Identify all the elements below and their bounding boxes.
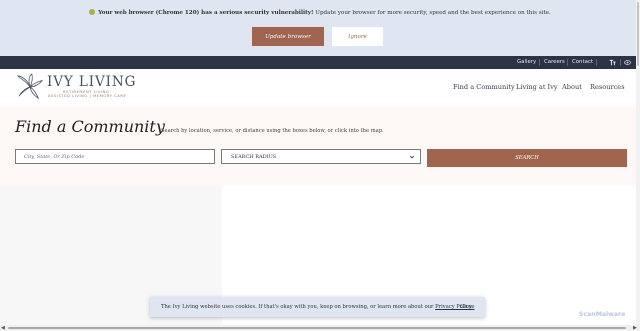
nav-find-a-community[interactable]: Find a Community — [453, 83, 515, 91]
utility-divider — [620, 59, 621, 66]
horizontal-scrollbar[interactable]: ◀ ▶ — [0, 325, 640, 331]
scroll-right-icon[interactable]: ▶ — [633, 325, 637, 331]
scroll-left-icon[interactable]: ◀ — [1, 325, 5, 331]
ivy-leaf-logo-icon[interactable] — [16, 73, 44, 101]
watermark-text: ScanMalware — [579, 311, 626, 318]
nav-living-at-ivy[interactable]: Living at Ivy — [516, 83, 558, 91]
cookie-message: The Ivy Living website uses cookies. If … — [161, 304, 473, 310]
browser-warning-bold: Your web browser (Chrome 120) has a seri… — [98, 10, 314, 16]
utility-divider — [596, 59, 597, 66]
logo-wordmark[interactable]: IVY LIVING — [47, 74, 136, 90]
utility-link-gallery[interactable]: Gallery — [517, 56, 536, 69]
cookie-notice: The Ivy Living website uses cookies. If … — [150, 297, 485, 317]
browser-warning-banner: Your web browser (Chrome 120) has a seri… — [0, 0, 640, 56]
utility-link-contact[interactable]: Contact — [572, 56, 593, 69]
location-search-input[interactable] — [15, 149, 215, 164]
browser-warning-message: Your web browser (Chrome 120) has a seri… — [0, 9, 640, 16]
warning-icon — [89, 9, 96, 15]
community-finder: Find a Community Search by location, ser… — [0, 106, 636, 185]
scanmalware-watermark: ScanMalware — [579, 311, 625, 318]
site-header: IVY LIVING RETIREMENT LIVING ASSISTED LI… — [0, 69, 636, 107]
logo-tagline-care: ASSISTED LIVING | MEMORY CARE — [48, 94, 127, 98]
utility-link-careers[interactable]: Careers — [544, 56, 565, 69]
cookie-close-button[interactable]: Close — [460, 304, 474, 310]
update-browser-button[interactable]: Update browser — [252, 27, 324, 46]
chevron-down-icon — [409, 155, 415, 159]
eye-icon[interactable] — [624, 59, 631, 66]
horizontal-scroll-thumb[interactable] — [8, 327, 626, 329]
text-size-icon[interactable] — [609, 59, 616, 66]
utility-divider — [567, 59, 568, 66]
search-radius-value: SEARCH RADIUS — [231, 153, 277, 160]
search-radius-select[interactable]: SEARCH RADIUS — [221, 149, 421, 164]
page-title: Find a Community — [15, 117, 165, 136]
vertical-scrollbar[interactable] — [636, 0, 640, 325]
ignore-button[interactable]: Ignore — [332, 27, 383, 46]
utility-divider — [539, 59, 540, 66]
finder-hint: Search by location, service, or distance… — [161, 128, 384, 134]
search-button[interactable]: SEARCH — [427, 149, 627, 167]
nav-about[interactable]: About — [562, 83, 582, 91]
nav-resources[interactable]: Resources — [590, 83, 625, 91]
utility-bar: Gallery Careers Contact — [0, 56, 636, 69]
vertical-scroll-thumb[interactable] — [637, 2, 639, 66]
browser-warning-rest: Update your browser for more security, s… — [313, 10, 551, 16]
cookie-message-text: The Ivy Living website uses cookies. If … — [161, 304, 436, 310]
